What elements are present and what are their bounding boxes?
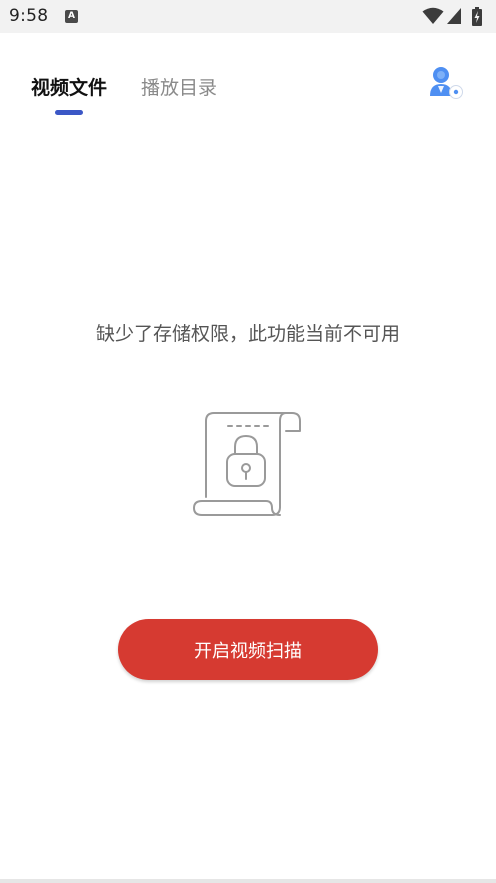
locked-document-icon (192, 409, 304, 517)
app-screen: 9:58 A 视频文件 播放目录 缺少了存储权限，此功能当前不可用 开启视频扫描 (0, 0, 496, 883)
tab-video-files[interactable]: 视频文件 (31, 76, 107, 100)
signal-icon (447, 8, 461, 24)
wifi-icon (422, 7, 444, 24)
status-bar: 9:58 A (0, 0, 496, 33)
start-video-scan-button[interactable]: 开启视频扫描 (118, 619, 378, 680)
status-time: 9:58 (9, 6, 49, 26)
a-icon: A (65, 10, 78, 23)
user-settings-icon[interactable] (428, 66, 464, 100)
battery-charging-icon (472, 7, 482, 26)
status-icons (422, 7, 488, 27)
bottom-edge (0, 879, 496, 883)
tab-indicator (55, 110, 83, 115)
tab-play-directory[interactable]: 播放目录 (141, 76, 217, 100)
permission-message: 缺少了存储权限，此功能当前不可用 (95, 323, 400, 345)
